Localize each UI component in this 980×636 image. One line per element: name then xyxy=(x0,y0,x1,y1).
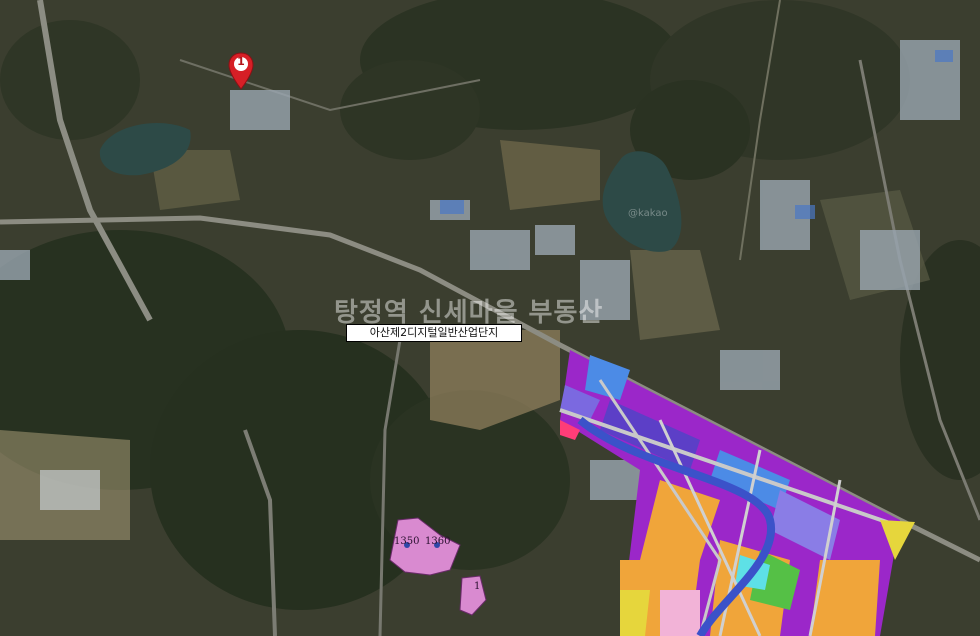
marker-number: 1 xyxy=(237,55,245,68)
lot-label: 1350 xyxy=(394,536,420,547)
map-marker[interactable]: 1 xyxy=(228,52,254,90)
provider-watermark: @kakao xyxy=(628,208,668,219)
lot-label: 1 xyxy=(474,581,481,592)
satellite-map[interactable]: 탕정역 신세마을 부동산 @kakao 아산제2디지털일반산업단지 1 1350… xyxy=(0,0,980,636)
lot-label: 1360 xyxy=(425,536,451,547)
industrial-complex-label[interactable]: 아산제2디지털일반산업단지 xyxy=(346,324,522,342)
